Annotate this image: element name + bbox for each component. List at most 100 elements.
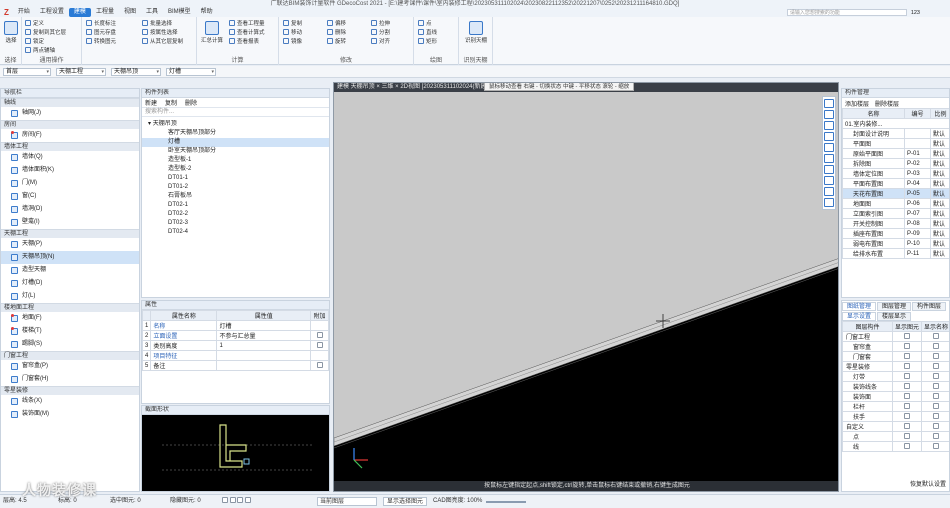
nav-item[interactable]: 地面(F) bbox=[1, 312, 139, 325]
rotate-button[interactable]: 旋转 bbox=[327, 37, 346, 45]
component-item[interactable]: 卧室天棚吊顶部分 bbox=[142, 147, 329, 156]
delete-button[interactable]: 删除 bbox=[327, 28, 346, 36]
property-row[interactable]: 3 类别高度 1 bbox=[142, 340, 329, 351]
category-select[interactable]: 天棚工程 bbox=[56, 68, 106, 76]
length-dim-button[interactable]: 长度标注 bbox=[86, 19, 116, 27]
move-button[interactable]: 移动 bbox=[283, 28, 302, 36]
drawing-row[interactable]: 插座布置图 P-09 默认 bbox=[842, 228, 949, 239]
layer-row[interactable]: 灯带 bbox=[842, 371, 949, 382]
component-select[interactable]: 灯槽 bbox=[166, 68, 216, 76]
layers-icon[interactable] bbox=[824, 198, 834, 207]
drawing-row[interactable]: 墙体定位图 P-03 默认 bbox=[842, 168, 949, 179]
snap-icon[interactable] bbox=[222, 497, 228, 504]
component-search-input[interactable]: 搜索构件... bbox=[142, 108, 329, 117]
menu-quantity[interactable]: 工程量 bbox=[91, 8, 119, 17]
nav-item[interactable]: 窗(C) bbox=[1, 190, 139, 203]
show-name-checkbox[interactable] bbox=[932, 383, 939, 390]
view-report-button[interactable]: 查看报表 bbox=[229, 37, 259, 45]
drawing-row[interactable]: 天花布置图 P-05 默认 bbox=[842, 188, 949, 199]
new-component-button[interactable]: 新建 bbox=[145, 98, 157, 107]
grid-icon[interactable] bbox=[237, 497, 244, 504]
property-value[interactable] bbox=[216, 360, 311, 371]
show-element-checkbox[interactable] bbox=[903, 343, 910, 350]
summary-calc-button[interactable]: 汇总计算 bbox=[201, 21, 223, 44]
show-name-checkbox[interactable] bbox=[932, 403, 939, 410]
drawing-viewport[interactable]: 建模 天棚吊顶 × 三维 × 2D视图 [202305311102024(新建)… bbox=[333, 82, 839, 492]
save-element-button[interactable]: 图元存盘 bbox=[86, 28, 116, 36]
layer-row[interactable]: 门窗工程 bbox=[842, 331, 949, 342]
user-badge[interactable]: 123 bbox=[911, 10, 920, 16]
select-button[interactable]: 选择 bbox=[3, 21, 19, 44]
status-layer-select[interactable]: 当前图层 bbox=[317, 497, 377, 506]
nav-item[interactable]: 墙体(Q) bbox=[1, 151, 139, 164]
menu-start[interactable]: 开始 bbox=[13, 8, 35, 17]
show-name-checkbox[interactable] bbox=[932, 363, 939, 370]
menu-tools[interactable]: 工具 bbox=[141, 8, 163, 17]
stretch-button[interactable]: 拉伸 bbox=[371, 19, 390, 27]
layer-row[interactable]: 零星装修 bbox=[842, 361, 949, 372]
property-checkbox[interactable] bbox=[316, 332, 323, 339]
show-name-checkbox[interactable] bbox=[932, 443, 939, 450]
nav-item[interactable]: 天棚(P) bbox=[1, 238, 139, 251]
layer-row[interactable]: 自定义 bbox=[842, 421, 949, 432]
show-element-checkbox[interactable] bbox=[903, 363, 910, 370]
nav-item[interactable]: 楼梯(T) bbox=[1, 325, 139, 338]
property-value[interactable] bbox=[216, 350, 311, 361]
split-button[interactable]: 分割 bbox=[371, 28, 390, 36]
align-button[interactable]: 对齐 bbox=[371, 37, 390, 45]
side-view-icon[interactable] bbox=[824, 154, 834, 163]
component-root[interactable]: ▾ 天棚吊顶 bbox=[142, 120, 329, 129]
component-item[interactable]: DT02-4 bbox=[142, 228, 329, 237]
brightness-slider[interactable] bbox=[486, 500, 527, 503]
menu-modeling[interactable]: 建模 bbox=[68, 8, 91, 17]
zoom-icon[interactable] bbox=[824, 110, 834, 119]
show-element-checkbox[interactable] bbox=[903, 443, 910, 450]
nav-section[interactable]: 轴线 bbox=[1, 98, 139, 107]
nav-section[interactable]: 房间 bbox=[1, 120, 139, 129]
property-checkbox[interactable] bbox=[316, 362, 323, 369]
nav-section[interactable]: 门窗工程 bbox=[1, 351, 139, 360]
component-item[interactable]: DT02-1 bbox=[142, 201, 329, 210]
show-name-checkbox[interactable] bbox=[932, 373, 939, 380]
show-element-checkbox[interactable] bbox=[903, 433, 910, 440]
property-value[interactable]: 不参与汇总量 bbox=[216, 330, 311, 341]
layer-row[interactable]: 线 bbox=[842, 441, 949, 452]
recognize-ceiling-button[interactable]: 识别天棚 bbox=[462, 21, 490, 44]
two-point-axis-button[interactable]: 两点辅轴 bbox=[25, 46, 55, 54]
component-item[interactable]: 造型板-2 bbox=[142, 165, 329, 174]
copy-button[interactable]: 复制 bbox=[283, 19, 302, 27]
component-item[interactable]: 造型板-1 bbox=[142, 156, 329, 165]
define-button[interactable]: 定义 bbox=[25, 19, 44, 27]
show-name-checkbox[interactable] bbox=[932, 413, 939, 420]
cube-icon[interactable] bbox=[824, 176, 834, 185]
nav-item[interactable]: 灯(L) bbox=[1, 290, 139, 303]
front-view-icon[interactable] bbox=[824, 143, 834, 152]
menu-bim[interactable]: BIM模型 bbox=[163, 8, 196, 17]
iso-view-icon[interactable] bbox=[824, 165, 834, 174]
lock-button[interactable]: 锁定 bbox=[25, 37, 44, 45]
drawing-row[interactable]: 原始平面图 P-01 默认 bbox=[842, 148, 949, 159]
subtab-floor-display[interactable]: 楼层显示 bbox=[877, 312, 912, 321]
drawing-row[interactable]: 地面图 P-06 默认 bbox=[842, 198, 949, 209]
show-selected-button[interactable]: 显示选择图元 bbox=[383, 497, 428, 506]
nav-section[interactable]: 天棚工程 bbox=[1, 229, 139, 238]
drawing-row[interactable]: 平面布置图 P-04 默认 bbox=[842, 178, 949, 189]
show-element-checkbox[interactable] bbox=[903, 423, 910, 430]
show-element-checkbox[interactable] bbox=[903, 333, 910, 340]
layer-row[interactable]: 栏杆 bbox=[842, 401, 949, 412]
layer-row[interactable]: 扶手 bbox=[842, 411, 949, 422]
drawing-row[interactable]: 给排水布置 P-11 默认 bbox=[842, 248, 949, 259]
remove-floor-button[interactable]: 删除楼层 bbox=[875, 99, 899, 108]
nav-item[interactable]: 造型天棚 bbox=[1, 264, 139, 277]
drawing-row[interactable]: 立面索引图 P-07 默认 bbox=[842, 208, 949, 219]
show-name-checkbox[interactable] bbox=[932, 433, 939, 440]
component-item[interactable]: 灯槽 bbox=[142, 138, 329, 147]
show-name-checkbox[interactable] bbox=[932, 333, 939, 340]
show-name-checkbox[interactable] bbox=[932, 423, 939, 430]
drawing-row[interactable]: 弱电布置图 P-10 默认 bbox=[842, 238, 949, 249]
fit-view-icon[interactable] bbox=[824, 187, 834, 196]
delete-component-button[interactable]: 删除 bbox=[185, 98, 197, 107]
menu-help[interactable]: 帮助 bbox=[196, 8, 218, 17]
attr-select-button[interactable]: 按属性选择 bbox=[142, 28, 178, 36]
type-select[interactable]: 天棚吊顶 bbox=[111, 68, 161, 76]
